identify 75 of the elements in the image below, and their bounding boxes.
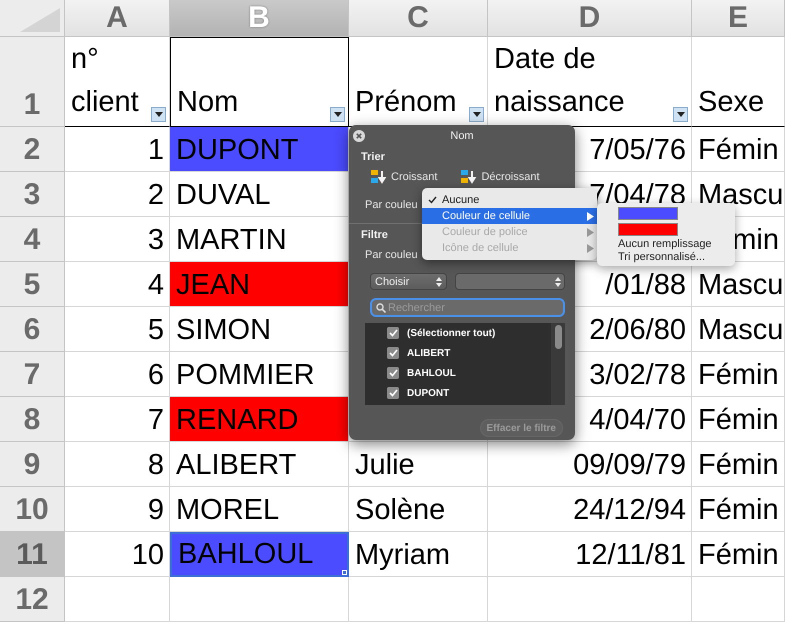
table-cell: Julie	[349, 442, 488, 487]
table-cell: Fémin	[692, 442, 785, 487]
column-title: Date de naissance	[494, 42, 625, 120]
table-cell: Myriam	[349, 532, 488, 577]
condition-select[interactable]: Choisir	[370, 273, 447, 290]
table-cell: 3	[65, 217, 170, 262]
column-title: Prénom	[355, 85, 457, 120]
filter-button[interactable]	[469, 107, 484, 122]
stepper-icon	[555, 276, 561, 286]
caret-icon	[676, 112, 684, 117]
check-icon	[428, 196, 436, 204]
checkbox[interactable]	[387, 367, 399, 379]
sort-icon	[371, 169, 387, 185]
row-header[interactable]: 9	[0, 442, 65, 487]
column-header[interactable]: C	[349, 0, 488, 37]
checkbox[interactable]	[387, 327, 399, 339]
table-cell: Fémin	[692, 487, 785, 532]
table-cell: Fémin	[692, 532, 785, 577]
popup-title: Nom	[449, 130, 475, 142]
caret-icon	[154, 112, 162, 117]
row-header[interactable]: 8	[0, 397, 65, 442]
checkbox[interactable]	[387, 347, 399, 359]
table-cell: BAHLOUL	[170, 532, 349, 577]
column-header[interactable]: D	[488, 0, 692, 37]
table-cell: 09/09/79	[488, 442, 692, 487]
row-header[interactable]: 1	[0, 37, 65, 127]
column-title: Sexe	[698, 85, 764, 120]
caret-icon	[334, 112, 342, 117]
field-label: Par couleu	[365, 249, 418, 261]
table-cell: RENARD	[170, 397, 349, 442]
row-header[interactable]: 2	[0, 127, 65, 172]
column-title: n° client	[71, 42, 139, 120]
table-cell: DUPONT	[170, 127, 349, 172]
column-title: Nom	[177, 85, 238, 120]
table-cell: 12/11/81	[488, 532, 692, 577]
section-heading: Filtre	[361, 229, 388, 241]
filter-button[interactable]	[330, 107, 345, 122]
row-header[interactable]: 10	[0, 487, 65, 532]
table-cell: 5	[65, 307, 170, 352]
table-cell: ALIBERT	[170, 442, 349, 487]
row-header[interactable]: 5	[0, 262, 65, 307]
close-icon[interactable]	[353, 130, 365, 142]
color-swatch[interactable]	[618, 207, 678, 220]
stepper-icon	[436, 276, 442, 286]
table-cell: Fémin	[692, 127, 785, 172]
search-icon	[376, 302, 386, 312]
sort-icon	[461, 169, 478, 185]
color-swatch[interactable]	[618, 223, 678, 236]
row-header[interactable]: 12	[0, 577, 65, 622]
caret-icon	[472, 112, 480, 117]
table-cell: Mascu	[692, 307, 785, 352]
table-cell: 9	[65, 487, 170, 532]
column-header[interactable]: E	[692, 0, 785, 37]
sort-ascending-button[interactable]: Croissant	[371, 169, 438, 185]
column-header[interactable]: A	[65, 0, 170, 37]
row-header[interactable]: 3	[0, 172, 65, 217]
table-cell: Fémin	[692, 352, 785, 397]
row-header[interactable]: 7	[0, 352, 65, 397]
table-cell: JEAN	[170, 262, 349, 307]
filter-button[interactable]	[151, 107, 166, 122]
scrollbar[interactable]	[551, 323, 565, 405]
table-cell: Solène	[349, 487, 488, 532]
section-heading: Trier	[361, 151, 385, 163]
table-cell: 8	[65, 442, 170, 487]
row-header[interactable]: 6	[0, 307, 65, 352]
table-cell: Fémin	[692, 397, 785, 442]
table-cell: 24/12/94	[488, 487, 692, 532]
checkbox[interactable]	[387, 387, 399, 399]
row-header[interactable]: 11	[0, 532, 65, 577]
field-label: Par couleu	[365, 199, 418, 211]
filter-button[interactable]	[673, 107, 688, 122]
menu-item[interactable]: Couleur de cellule	[422, 208, 597, 224]
table-cell: 2	[65, 172, 170, 217]
row-header[interactable]: 4	[0, 217, 65, 262]
table-cell: 6	[65, 352, 170, 397]
